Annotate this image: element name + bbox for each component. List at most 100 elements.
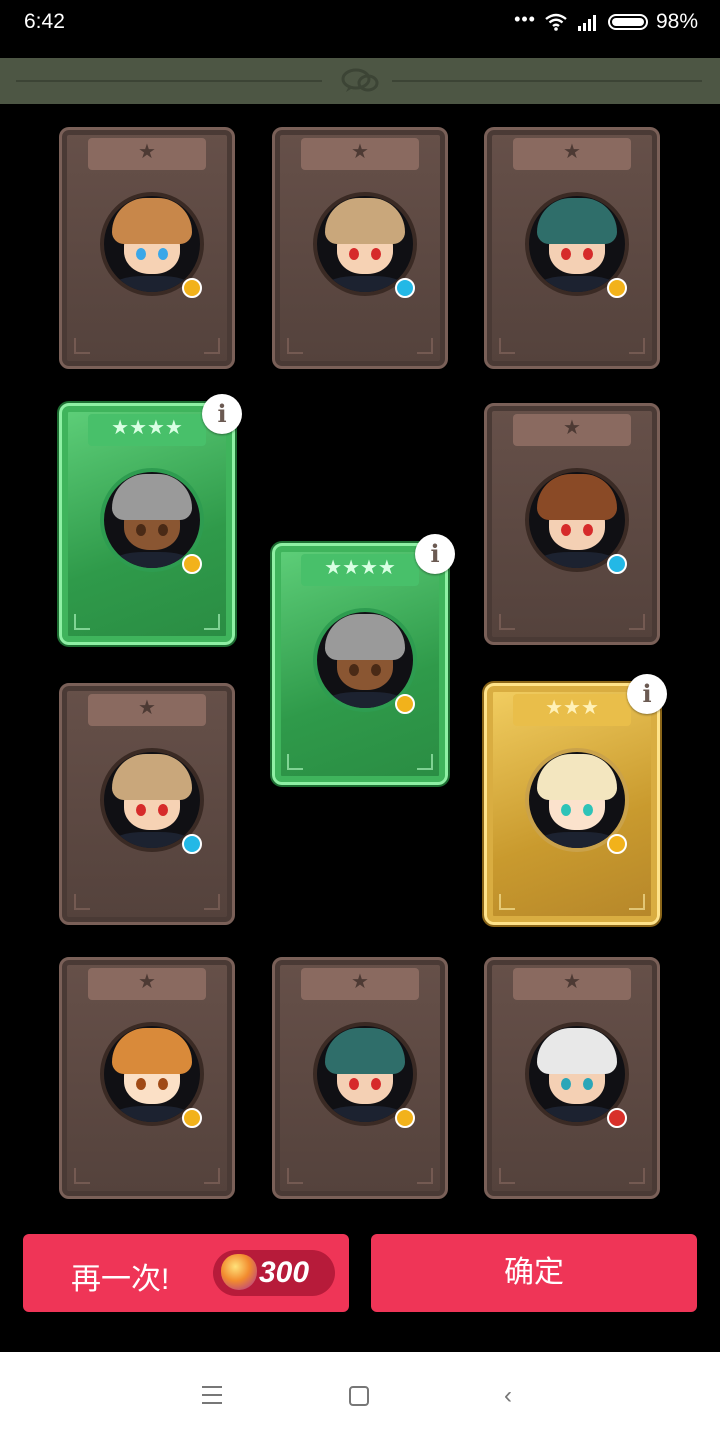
wifi-icon xyxy=(545,13,567,31)
hero-card[interactable]: ★★★ i xyxy=(484,674,667,925)
hero-eye xyxy=(371,1078,381,1090)
card-corner xyxy=(499,614,515,630)
hero-collar xyxy=(539,276,615,292)
summon-again-button[interactable]: 再一次! 300 xyxy=(23,1234,349,1312)
card-corner xyxy=(204,894,220,910)
bubble-icon xyxy=(607,554,627,574)
hero-eye xyxy=(349,1078,359,1090)
hero-eye xyxy=(349,248,359,260)
hero-hair xyxy=(112,754,192,800)
hand-icon xyxy=(395,1108,415,1128)
hero-eye xyxy=(158,1078,168,1090)
card-corner xyxy=(74,614,90,630)
hero-hair xyxy=(325,198,405,244)
hero-eye xyxy=(583,248,593,260)
hand-icon xyxy=(607,834,627,854)
hero-collar xyxy=(114,832,190,848)
hero-eye xyxy=(136,524,146,536)
battery-percent: 98% xyxy=(655,10,698,33)
card-corner xyxy=(74,1168,90,1184)
hero-card[interactable]: ★ xyxy=(272,127,448,369)
rabbit-icon xyxy=(607,1108,627,1128)
hand-icon xyxy=(607,278,627,298)
status-time: 6:42 xyxy=(24,10,65,33)
hero-card[interactable]: ★ xyxy=(59,127,235,369)
card-corner xyxy=(629,894,645,910)
hero-hair xyxy=(112,1028,192,1074)
banner-divider-right xyxy=(392,80,702,82)
card-corner xyxy=(287,1168,303,1184)
back-icon[interactable]: ‹ xyxy=(504,1384,512,1408)
card-corner xyxy=(629,614,645,630)
star-rating: ★ xyxy=(563,971,581,993)
star-rating: ★ xyxy=(138,697,156,719)
card-corner xyxy=(74,338,90,354)
hero-card[interactable]: ★ xyxy=(484,957,660,1199)
card-corner xyxy=(287,754,303,770)
confirm-button[interactable]: 确定 xyxy=(371,1234,697,1312)
hero-eye xyxy=(158,248,168,260)
card-corner xyxy=(287,338,303,354)
hand-icon xyxy=(182,278,202,298)
hero-card[interactable]: ★★★★ i xyxy=(272,534,455,785)
hero-collar xyxy=(327,276,403,292)
hero-card[interactable]: ★ xyxy=(272,957,448,1199)
star-rating: ★ xyxy=(563,417,581,439)
card-corner xyxy=(629,338,645,354)
hero-eye xyxy=(561,524,571,536)
card-corner xyxy=(499,894,515,910)
hero-collar xyxy=(327,692,403,708)
hero-eye xyxy=(371,664,381,676)
card-corner xyxy=(417,338,433,354)
summon-again-label: 再一次! xyxy=(71,1263,170,1296)
card-corner xyxy=(499,338,515,354)
hero-collar xyxy=(114,1106,190,1122)
hero-eye xyxy=(583,524,593,536)
summon-cost: 300 xyxy=(213,1250,335,1296)
info-icon[interactable]: i xyxy=(202,394,242,434)
hero-hair xyxy=(112,198,192,244)
signal-dots: ••• xyxy=(514,8,536,29)
hero-eye xyxy=(349,664,359,676)
banner-divider-left xyxy=(16,80,322,82)
hero-card[interactable]: ★ xyxy=(59,957,235,1199)
hero-eye xyxy=(158,804,168,816)
chat-banner[interactable] xyxy=(0,58,720,104)
hero-card[interactable]: ★ xyxy=(484,127,660,369)
battery-icon xyxy=(607,14,648,30)
card-corner xyxy=(204,338,220,354)
hero-hair xyxy=(325,1028,405,1074)
hero-eye xyxy=(136,804,146,816)
hero-eye xyxy=(371,248,381,260)
hero-card[interactable]: ★ xyxy=(484,403,660,645)
cell-signal-icon xyxy=(577,15,596,31)
info-icon[interactable]: i xyxy=(415,534,455,574)
hero-collar xyxy=(539,1106,615,1122)
hero-hair xyxy=(537,198,617,244)
star-rating: ★ xyxy=(138,141,156,163)
chat-icon xyxy=(341,68,379,92)
hand-icon xyxy=(182,1108,202,1128)
hero-card[interactable]: ★★★★ i xyxy=(59,394,242,645)
home-icon[interactable] xyxy=(349,1386,369,1406)
summon-cost-value: 300 xyxy=(259,1256,310,1289)
hero-hair xyxy=(537,474,617,520)
status-bar: 6:42 ••• 98% xyxy=(0,0,720,48)
hero-eye xyxy=(583,1078,593,1090)
card-corner xyxy=(417,1168,433,1184)
hero-card[interactable]: ★ xyxy=(59,683,235,925)
hero-eye xyxy=(561,804,571,816)
menu-icon[interactable] xyxy=(202,1386,222,1404)
hero-hair xyxy=(537,754,617,800)
status-icons: ••• 98% xyxy=(514,8,698,34)
system-nav-bar: ‹ xyxy=(0,1352,720,1440)
star-rating: ★ xyxy=(563,141,581,163)
hero-eye xyxy=(158,524,168,536)
card-corner xyxy=(629,1168,645,1184)
hero-hair xyxy=(325,614,405,660)
hero-collar xyxy=(327,1106,403,1122)
card-corner xyxy=(204,614,220,630)
hand-icon xyxy=(395,694,415,714)
info-icon[interactable]: i xyxy=(627,674,667,714)
hero-eye xyxy=(561,248,571,260)
